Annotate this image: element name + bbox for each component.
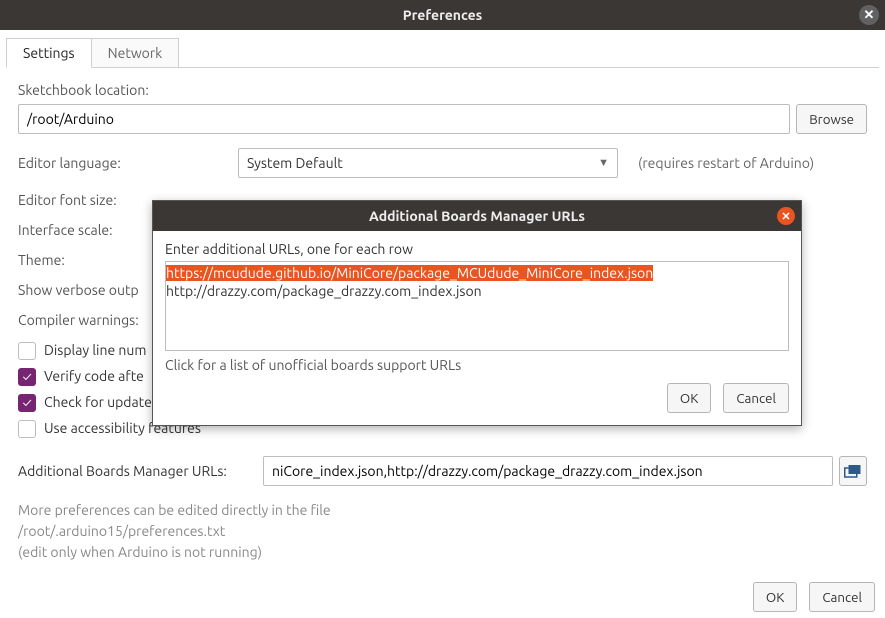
note-line2: /root/.arduino15/preferences.txt: [18, 521, 867, 542]
browse-button[interactable]: Browse: [796, 104, 867, 134]
tab-settings[interactable]: Settings: [6, 38, 92, 68]
abm-label: Additional Boards Manager URLs:: [18, 463, 263, 479]
dialog-ok-button[interactable]: OK: [667, 383, 711, 413]
a11y-checkbox[interactable]: [18, 420, 36, 438]
display-line-checkbox[interactable]: [18, 342, 36, 360]
footer-note: More preferences can be edited directly …: [18, 500, 867, 563]
tabs: Settings Network: [6, 38, 885, 68]
dialog-title: Additional Boards Manager URLs: [369, 208, 585, 224]
abm-input[interactable]: [263, 456, 833, 486]
abm-dialog: Additional Boards Manager URLs ✕ Enter a…: [152, 200, 802, 426]
dialog-close-icon[interactable]: ✕: [777, 207, 795, 225]
language-value: System Default: [247, 155, 343, 171]
abm-expand-button[interactable]: [839, 456, 867, 486]
language-label: Editor language:: [18, 155, 238, 171]
dialog-cancel-button[interactable]: Cancel: [723, 383, 789, 413]
language-select[interactable]: System Default ▼: [238, 148, 618, 178]
note-line1: More preferences can be edited directly …: [18, 500, 867, 521]
main-cancel-button[interactable]: Cancel: [809, 582, 875, 612]
window-close-icon[interactable]: ✕: [859, 5, 879, 25]
language-hint: (requires restart of Arduino): [638, 155, 814, 171]
verify-checkbox[interactable]: ✓: [18, 368, 36, 386]
window-title: Preferences: [403, 7, 483, 23]
dialog-prompt: Enter additional URLs, one for each row: [165, 241, 789, 257]
window-titlebar: Preferences ✕: [0, 0, 885, 30]
verify-label: Verify code afte: [44, 368, 144, 386]
url-line-1: https://mcudude.github.io/MiniCore/packa…: [166, 265, 653, 281]
tab-network[interactable]: Network: [91, 38, 180, 68]
main-ok-button[interactable]: OK: [753, 582, 797, 612]
window-stack-icon: [844, 464, 862, 478]
display-line-label: Display line num: [44, 342, 146, 360]
urls-textarea[interactable]: https://mcudude.github.io/MiniCore/packa…: [165, 261, 789, 351]
note-line3: (edit only when Arduino is not running): [18, 542, 867, 563]
chevron-down-icon: ▼: [598, 157, 609, 169]
dialog-titlebar: Additional Boards Manager URLs ✕: [153, 201, 801, 231]
updates-checkbox[interactable]: ✓: [18, 394, 36, 412]
sketchbook-label: Sketchbook location:: [18, 82, 867, 98]
url-line-2: http://drazzy.com/package_drazzy.com_ind…: [166, 283, 482, 299]
unofficial-boards-link[interactable]: Click for a list of unofficial boards su…: [165, 357, 789, 373]
sketchbook-path-input[interactable]: [18, 104, 790, 134]
